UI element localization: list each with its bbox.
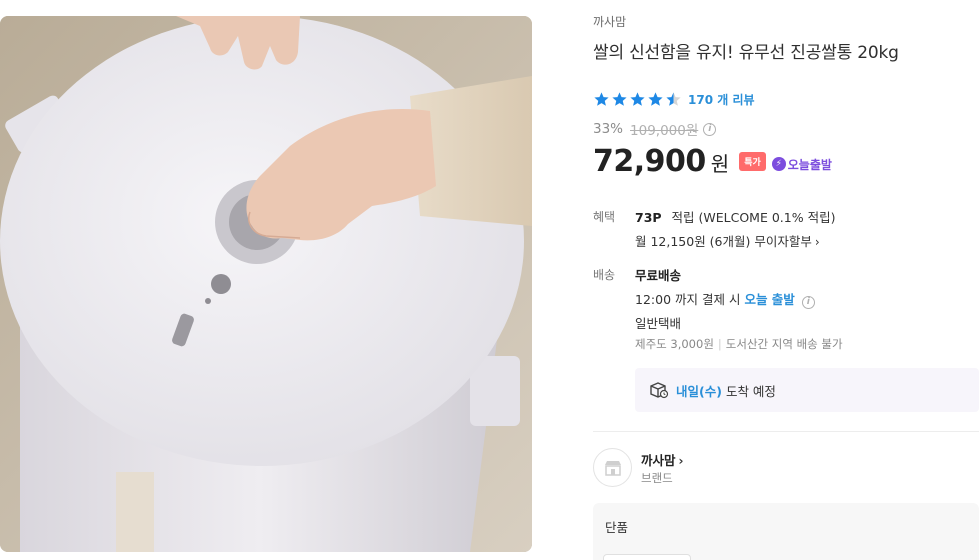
product-info-panel: 까사맘 쌀의 신선함을 유지! 유무선 진공쌀통 20kg 170 개 리뷰 3… [593,0,979,560]
product-image[interactable] [0,16,532,552]
points-text: 적립 (WELCOME 0.1% 적립) [671,210,836,225]
review-count-link[interactable]: 170 개 리뷰 [688,91,755,108]
installment-link[interactable]: 월 12,150원 (6개월) 무이자할부 › [635,231,820,250]
remote-note: 도서산간 지역 배송 불가 [725,337,843,351]
cutoff-prefix: 12:00 까지 결제 시 [635,292,741,307]
today-ship-label: 오늘출발 [787,157,832,172]
brand-subtitle: 브랜드 [641,471,673,485]
rating-row[interactable]: 170 개 리뷰 [593,91,755,108]
rating-stars [593,91,682,108]
cutoff-highlight: 오늘 출발 [744,292,795,307]
shipping-method: 일반택배 [635,316,682,331]
currency-unit: 원 [710,152,730,176]
shipping-fee: 무료배송 [635,268,682,283]
chevron-right-icon: › [678,454,684,468]
shipping-label: 배송 [593,268,616,282]
star-icon [594,92,609,106]
brand-link[interactable]: 까사맘 [593,13,626,30]
original-price: 109,000원 [630,123,699,139]
benefits-label: 혜택 [593,210,616,224]
price-row: 72,900 원 특가 ⚡ 오늘출발 [593,144,832,179]
arrival-estimate: 내일(수) 도착 예정 [635,368,979,412]
discount-row: 33% 109,000원 i [593,119,717,139]
option-label: 단품 [605,520,629,535]
option-select[interactable] [603,554,691,560]
lightning-icon: ⚡ [771,157,786,171]
product-title: 쌀의 신선함을 유지! 유무선 진공쌀통 20kg [593,43,899,63]
points-value: 73P [635,210,662,225]
arrival-day: 내일(수) [676,383,722,399]
option-selector: 단품 [593,503,979,560]
brand-name-link[interactable]: 까사맘 › [641,450,683,469]
arrival-text: 도착 예정 [725,383,776,399]
shipping-extra: 제주도 3,000원 | 도서산간 지역 배송 불가 [635,336,843,352]
brand-name: 까사맘 [641,453,676,468]
star-icon [630,92,645,106]
store-icon [593,448,632,487]
info-icon[interactable]: i [703,122,717,136]
special-badge: 특가 [739,152,766,171]
star-icon [612,92,627,106]
chevron-right-icon: › [814,235,820,249]
points-line: 73P 적립 (WELCOME 0.1% 적립) [635,207,835,226]
half-star-icon [666,92,681,106]
sale-price: 72,900 [593,144,706,179]
installment-text: 월 12,150원 (6개월) 무이자할부 [635,234,812,249]
delivery-box-icon [650,382,669,399]
brand-store-card[interactable]: 까사맘 › 브랜드 [593,448,979,488]
separator: | [717,337,722,351]
divider [593,431,979,432]
today-ship-badge: ⚡ 오늘출발 [771,156,832,173]
jeju-fee: 제주도 3,000원 [635,337,714,351]
discount-rate: 33% [593,121,624,137]
star-icon [648,92,663,106]
info-icon[interactable]: i [801,296,815,309]
shipping-cutoff: 12:00 까지 결제 시 오늘 출발 i [635,289,815,309]
